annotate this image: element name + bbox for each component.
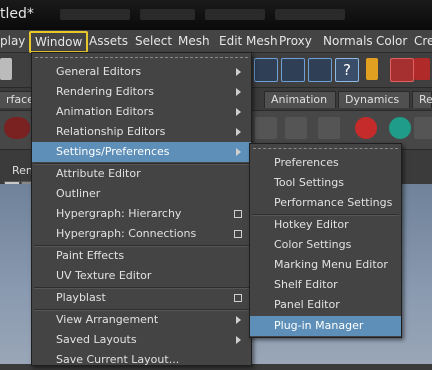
render-icon[interactable] — [414, 58, 430, 80]
sphere-icon[interactable] — [389, 117, 411, 139]
menu-item-tool-settings[interactable]: Tool Settings — [250, 173, 401, 193]
tearoff-line[interactable] — [35, 57, 248, 58]
option-box-icon[interactable] — [234, 230, 242, 238]
menu-item-uv-texture-editor[interactable]: UV Texture Editor — [32, 266, 251, 286]
menu-proxy[interactable]: Proxy — [279, 34, 312, 48]
menu-item-paint-effects[interactable]: Paint Effects — [32, 246, 251, 266]
snap-point-icon[interactable] — [308, 58, 332, 82]
main-menu-bar: play Window Assets Select Mesh Edit Mesh… — [0, 30, 432, 53]
title-bar: tled* — [0, 0, 432, 30]
joint-tool-icon[interactable] — [255, 117, 277, 139]
menu-item-panel-editor[interactable]: Panel Editor — [250, 295, 401, 315]
tab-rendering[interactable]: Re — [412, 91, 432, 108]
menu-item-outliner[interactable]: Outliner — [32, 184, 251, 204]
menu-item-saved-layouts[interactable]: Saved Layouts — [32, 330, 251, 350]
title-bar-blur — [60, 9, 130, 20]
menu-color[interactable]: Color — [376, 34, 407, 48]
menu-item-settings-preferences[interactable]: Settings/Preferences — [32, 142, 251, 162]
menu-item-shelf-editor[interactable]: Shelf Editor — [250, 275, 401, 295]
menu-item-general-editors[interactable]: General Editors — [32, 62, 251, 82]
submenu-arrow-icon — [236, 316, 241, 324]
submenu-arrow-icon — [236, 108, 241, 116]
tab-dynamics[interactable]: Dynamics — [338, 91, 410, 108]
menu-item-rendering-editors[interactable]: Rendering Editors — [32, 82, 251, 102]
title-bar-blur — [140, 9, 195, 20]
menu-window[interactable]: Window — [29, 31, 89, 53]
window-title: tled* — [0, 6, 34, 22]
more-tools-icon[interactable] — [414, 117, 432, 139]
menu-normals[interactable]: Normals — [323, 34, 373, 48]
menu-item-attribute-editor[interactable]: Attribute Editor — [32, 164, 251, 184]
menu-item-hypergraph-connections[interactable]: Hypergraph: Connections — [32, 224, 251, 244]
menu-assets[interactable]: Assets — [89, 34, 128, 48]
menu-item-hotkey-editor[interactable]: Hotkey Editor — [250, 215, 401, 235]
snap-grid-icon[interactable] — [254, 58, 278, 82]
tab-animation[interactable]: Animation — [264, 91, 336, 108]
render-region-icon[interactable] — [390, 58, 414, 82]
menu-item-view-arrangement[interactable]: View Arrangement — [32, 310, 251, 330]
submenu-arrow-icon — [236, 148, 241, 156]
menu-item-relationship-editors[interactable]: Relationship Editors — [32, 122, 251, 142]
title-bar-blur — [205, 9, 265, 20]
submenu-arrow-icon — [236, 88, 241, 96]
submenu-arrow-icon — [236, 336, 241, 344]
menu-create[interactable]: Cre — [414, 34, 432, 48]
help-icon[interactable]: ? — [335, 58, 359, 82]
menu-item-color-settings[interactable]: Color Settings — [250, 235, 401, 255]
menu-item-preferences[interactable]: Preferences — [250, 153, 401, 173]
settings-preferences-submenu: Preferences Tool Settings Performance Se… — [249, 143, 402, 338]
menu-mesh[interactable]: Mesh — [178, 34, 210, 48]
snap-curve-icon[interactable] — [281, 58, 305, 82]
ik-handle-icon[interactable] — [285, 117, 307, 139]
menu-item-plugin-manager[interactable]: Plug-in Manager — [250, 316, 401, 336]
menu-item-save-current-layout[interactable]: Save Current Layout... — [32, 350, 251, 370]
shelf-tool-icon[interactable] — [4, 117, 30, 139]
skin-icon[interactable] — [355, 117, 377, 139]
option-box-icon[interactable] — [234, 294, 242, 302]
menu-item-hypergraph-hierarchy[interactable]: Hypergraph: Hierarchy — [32, 204, 251, 224]
menu-item-animation-editors[interactable]: Animation Editors — [32, 102, 251, 122]
submenu-arrow-icon — [236, 68, 241, 76]
menu-item-playblast[interactable]: Playblast — [32, 288, 251, 308]
menu-item-marking-menu-editor[interactable]: Marking Menu Editor — [250, 255, 401, 275]
title-bar-blur — [275, 9, 345, 20]
skeleton-icon[interactable] — [318, 117, 340, 139]
menu-item-performance-settings[interactable]: Performance Settings — [250, 193, 401, 213]
renderer-label[interactable]: Ren — [12, 164, 33, 177]
submenu-arrow-icon — [236, 128, 241, 136]
menu-select[interactable]: Select — [135, 34, 172, 48]
save-scene-icon[interactable] — [0, 58, 12, 80]
option-box-icon[interactable] — [234, 210, 242, 218]
window-menu: General Editors Rendering Editors Animat… — [31, 52, 252, 366]
menu-edit-mesh[interactable]: Edit Mesh — [219, 34, 278, 48]
tearoff-line[interactable] — [253, 148, 398, 149]
lock-icon[interactable] — [366, 58, 378, 80]
menu-display[interactable]: play — [0, 34, 25, 48]
